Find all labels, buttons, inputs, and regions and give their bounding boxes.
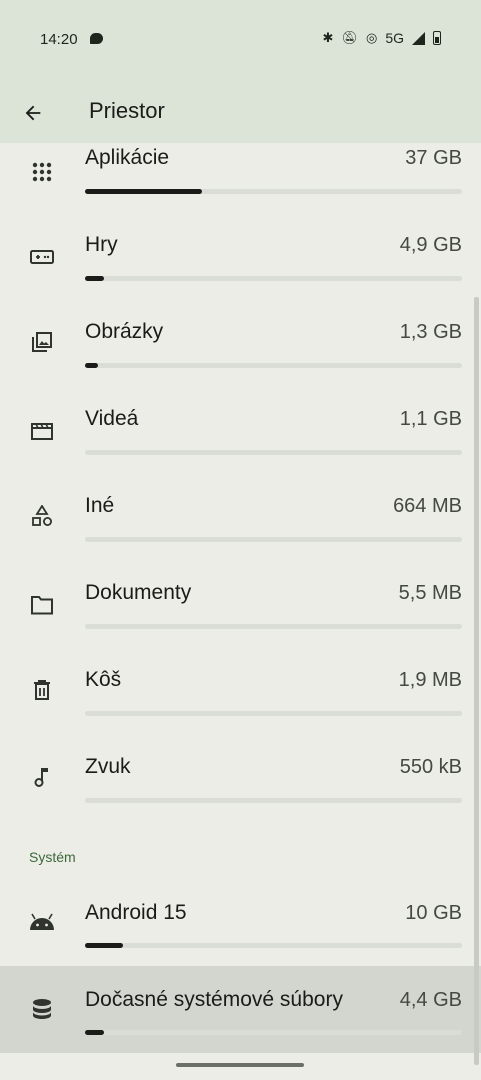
item-label: Zvuk bbox=[85, 755, 131, 778]
item-label: Dokumenty bbox=[85, 581, 192, 604]
storage-item-documents[interactable]: Dokumenty 5,5 MB bbox=[0, 535, 481, 629]
bluetooth-icon: ✱ bbox=[322, 30, 334, 45]
app-bar: Priestor bbox=[0, 82, 481, 143]
storage-item-images[interactable]: Obrázky 1,3 GB bbox=[0, 274, 481, 368]
back-button[interactable] bbox=[14, 94, 52, 132]
item-size: 664 MB bbox=[393, 495, 462, 517]
item-label: Hry bbox=[85, 233, 118, 256]
storage-item-temp-system-files[interactable]: Dočasné systémové súbory 4,4 GB bbox=[0, 966, 481, 1053]
item-label: Kôš bbox=[85, 668, 122, 691]
item-size: 37 GB bbox=[405, 147, 462, 169]
status-icons: ✱ 🔕︎ ◎ 5G bbox=[323, 30, 441, 46]
item-size: 4,9 GB bbox=[399, 234, 462, 256]
movie-icon bbox=[29, 418, 55, 444]
storage-item-audio[interactable]: Zvuk 550 kB bbox=[0, 709, 481, 803]
status-time: 14:20 bbox=[40, 31, 78, 48]
section-header-system: Systém bbox=[29, 849, 76, 865]
item-label: Iné bbox=[85, 494, 115, 517]
android-icon bbox=[29, 909, 55, 935]
database-icon bbox=[29, 996, 55, 1022]
hotspot-icon: ◎ bbox=[365, 30, 378, 45]
item-label: Videá bbox=[85, 407, 139, 430]
item-size: 1,1 GB bbox=[399, 408, 462, 430]
chat-notification-icon bbox=[90, 33, 103, 44]
page-title: Priestor bbox=[89, 98, 165, 123]
item-size: 1,9 MB bbox=[398, 669, 462, 691]
mute-icon: 🔕︎ bbox=[341, 30, 358, 45]
storage-item-apps[interactable]: Aplikácie 37 GB bbox=[0, 143, 481, 194]
scrollbar[interactable] bbox=[474, 297, 479, 1065]
shapes-icon bbox=[29, 503, 55, 529]
status-bar: 14:20 ✱ 🔕︎ ◎ 5G bbox=[0, 0, 481, 82]
usage-bar bbox=[85, 1030, 462, 1035]
apps-grid-icon bbox=[29, 159, 55, 185]
signal-icon bbox=[412, 31, 425, 45]
gamepad-icon bbox=[29, 244, 55, 270]
usage-bar-fill bbox=[85, 1030, 104, 1035]
storage-list[interactable]: Aplikácie 37 GB Hry 4,9 GB Obrázky 1,3 G… bbox=[0, 143, 481, 1053]
storage-item-android[interactable]: Android 15 10 GB bbox=[0, 870, 481, 957]
usage-bar bbox=[85, 943, 462, 948]
gesture-nav-handle[interactable] bbox=[176, 1063, 304, 1067]
storage-item-videos[interactable]: Videá 1,1 GB bbox=[0, 361, 481, 455]
item-size: 550 kB bbox=[399, 756, 462, 778]
image-icon bbox=[29, 329, 55, 355]
item-size: 4,4 GB bbox=[399, 989, 462, 1011]
item-label: Dočasné systémové súbory bbox=[85, 988, 343, 1011]
trash-icon bbox=[29, 677, 55, 703]
storage-item-trash[interactable]: Kôš 1,9 MB bbox=[0, 622, 481, 716]
item-label: Obrázky bbox=[85, 320, 164, 343]
folder-icon bbox=[29, 592, 55, 618]
storage-item-games[interactable]: Hry 4,9 GB bbox=[0, 187, 481, 281]
item-size: 5,5 MB bbox=[398, 582, 462, 604]
storage-item-other[interactable]: Iné 664 MB bbox=[0, 448, 481, 542]
music-note-icon bbox=[29, 764, 55, 790]
usage-bar bbox=[85, 798, 462, 803]
item-size: 1,3 GB bbox=[399, 321, 462, 343]
item-size: 10 GB bbox=[405, 902, 462, 924]
item-label: Android 15 bbox=[85, 901, 187, 924]
usage-bar-fill bbox=[85, 943, 123, 948]
arrow-back-icon bbox=[25, 105, 41, 121]
network-type: 5G bbox=[385, 30, 404, 46]
item-label: Aplikácie bbox=[85, 146, 170, 169]
battery-icon bbox=[433, 31, 441, 45]
